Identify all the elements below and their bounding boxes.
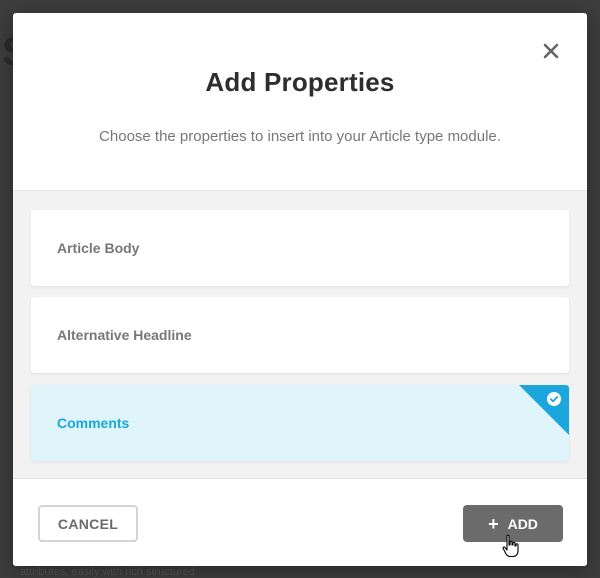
modal-subtitle: Choose the properties to insert into you…	[99, 128, 501, 145]
close-icon	[543, 43, 559, 59]
property-label: Comments	[57, 415, 130, 431]
property-label: Article Body	[57, 240, 140, 256]
cancel-button[interactable]: CANCEL	[38, 505, 138, 542]
plus-icon: +	[488, 513, 499, 534]
modal-footer: CANCEL + ADD	[13, 479, 587, 566]
properties-list: Article Body Alternative Headline Commen…	[13, 190, 587, 479]
add-properties-modal: Add Properties Choose the properties to …	[13, 13, 587, 566]
property-label: Alternative Headline	[57, 327, 192, 343]
hand-pointer-cursor-icon	[502, 534, 519, 558]
property-item-alternative-headline[interactable]: Alternative Headline	[31, 297, 569, 373]
close-button[interactable]	[541, 41, 561, 61]
modal-header: Add Properties Choose the properties to …	[13, 13, 587, 190]
check-icon	[547, 392, 561, 406]
add-button-label: ADD	[507, 515, 538, 532]
property-item-comments[interactable]: Comments	[31, 385, 569, 461]
background-page-text: attributes, easily with rich structured	[20, 566, 195, 578]
modal-title: Add Properties	[205, 67, 395, 97]
selected-corner-badge	[519, 385, 569, 435]
property-item-article-body[interactable]: Article Body	[31, 210, 569, 286]
